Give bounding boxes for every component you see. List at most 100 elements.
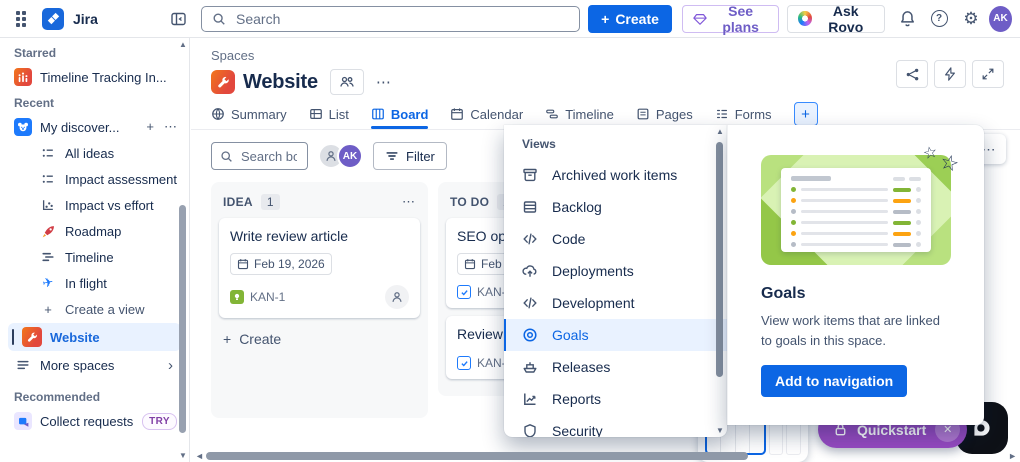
question-glyph: ? [930,10,948,27]
diamond-icon [693,12,707,26]
column-more-icon[interactable]: ⋯ [402,194,416,210]
menu-item-goals[interactable]: Goals [504,319,727,351]
sidebar-scrollbar-thumb[interactable] [179,205,186,433]
sidebar-item-more-spaces[interactable]: More spaces › [0,352,189,378]
user-avatar[interactable]: AK [989,5,1012,32]
goals-illustration: ☆ ☆ [761,144,962,265]
add-to-navigation-button[interactable]: Add to navigation [761,365,908,397]
tab-list[interactable]: List [309,102,349,126]
due-date-chip[interactable]: Feb 19, 2026 [230,253,332,275]
sidebar-item-label: Timeline [65,249,114,265]
card-title: Write review article [230,228,348,244]
drag-handle[interactable] [12,329,14,345]
create-button[interactable]: + Create [588,4,672,33]
automation-lightning-button[interactable] [934,60,966,88]
members-button[interactable] [329,69,364,95]
sidebar-item-label: Create a view [65,301,145,317]
sidebar-item-website[interactable]: Website [8,323,181,351]
code-icon [522,295,538,311]
sidebar-item-all-ideas[interactable]: All ideas [0,140,189,166]
scroll-right-icon[interactable]: ► [1008,451,1017,461]
breadcrumb[interactable]: Spaces [191,38,254,63]
help-icon[interactable]: ? [925,5,953,33]
rocket-icon [40,223,56,239]
calendar-icon [450,107,464,121]
notifications-bell-icon[interactable] [893,5,921,33]
tab-add-view-button[interactable]: + [793,102,818,126]
calendar-icon [464,258,476,270]
fullscreen-expand-button[interactable] [972,60,1004,88]
menu-item-development[interactable]: Development [504,287,727,319]
menu-item-archived-work-items[interactable]: Archived work items [504,159,727,191]
sidebar-item-timeline[interactable]: Timeline [0,244,189,270]
tab-timeline[interactable]: Timeline [545,102,614,126]
scroll-down-icon[interactable]: ▼ [178,451,188,460]
menu-item-security[interactable]: Security [504,415,727,437]
sidebar-item-impact-assessment[interactable]: Impact assessment [0,166,189,192]
tab-pages[interactable]: Pages [636,102,693,126]
sidebar-item-label: Collect requests [40,413,134,429]
sidebar-item-label: More spaces [40,357,115,373]
app-switcher-icon[interactable] [9,7,33,31]
star-icon: ☆ [921,143,939,164]
sidebar-item-label: Impact assessment [65,171,177,187]
horizontal-scrollbar-thumb[interactable] [206,452,748,460]
ship-icon [522,359,538,375]
tab-summary[interactable]: Summary [211,102,287,126]
menu-item-reports[interactable]: Reports [504,383,727,415]
page-icon [636,107,650,121]
sidebar-item-timeline-tracking[interactable]: Timeline Tracking In... [0,64,189,90]
scroll-left-icon[interactable]: ◄ [195,451,204,461]
menu-item-releases[interactable]: Releases [504,351,727,383]
sidebar-item-in-flight[interactable]: ✈ In flight [0,270,189,296]
goals-illustration-card [781,168,931,252]
menu-item-label: Releases [552,359,611,375]
sidebar-item-collect-requests[interactable]: Collect requests TRY [0,408,189,434]
share-button[interactable] [896,60,928,88]
settings-gear-icon[interactable]: ⚙ [957,5,985,33]
sidebar-item-create-a-view[interactable]: + Create a view [0,296,189,322]
ask-rovo-button[interactable]: Ask Rovo [787,3,886,35]
tab-calendar[interactable]: Calendar [450,102,523,126]
tab-label: Pages [655,106,693,122]
menu-scrollbar-thumb[interactable] [716,142,723,377]
title-more-icon[interactable]: ⋯ [372,73,396,91]
list-icon [40,145,56,161]
scroll-up-icon[interactable]: ▲ [178,40,188,49]
card-kan-1[interactable]: Write review article Feb 19, 2026 KAN-1 [219,218,420,318]
scroll-up-icon[interactable]: ▲ [715,127,725,136]
collapse-sidebar-icon[interactable] [170,11,187,27]
menu-item-deployments[interactable]: Deployments [504,255,727,287]
filter-button[interactable]: Filter [373,142,447,170]
see-plans-button[interactable]: See plans [681,3,780,35]
flyout-description: View work items that are linked to goals… [761,313,940,348]
tab-label: Summary [231,106,287,122]
tab-forms[interactable]: Forms [715,102,772,126]
more-options-icon[interactable]: ⋯ [164,119,177,135]
task-type-icon [457,356,471,370]
menu-item-backlog[interactable]: Backlog [504,191,727,223]
goals-preview-flyout: ☆ ☆ Goals View work items that are linke… [727,125,984,425]
board-search-input[interactable] [239,147,299,165]
sidebar-item-roadmap[interactable]: Roadmap [0,218,189,244]
views-menu-title: Views [522,137,556,151]
project-tile-icon [14,68,32,86]
scroll-down-icon[interactable]: ▼ [715,426,725,435]
tab-label: Forms [734,106,772,122]
filter-label: Filter [406,148,435,164]
search-input[interactable] [234,9,570,28]
assignee-avatar[interactable] [385,285,409,309]
sidebar-item-impact-vs-effort[interactable]: Impact vs effort [0,192,189,218]
jira-logo-icon[interactable] [42,7,64,30]
archive-icon [522,167,538,183]
tab-board[interactable]: Board [370,102,428,129]
app-switcher-dots [16,10,26,27]
chart-icon [522,391,538,407]
menu-item-code[interactable]: Code [504,223,727,255]
column-create-button[interactable]: + Create [219,326,420,352]
sidebar-item-more[interactable]: ⋯ More [0,458,189,462]
shield-icon [522,423,538,437]
add-view-icon[interactable]: + [146,119,154,135]
user-avatar[interactable]: AK [337,143,363,169]
sidebar-item-my-discovery-project[interactable]: My discover... + ⋯ [0,114,189,140]
